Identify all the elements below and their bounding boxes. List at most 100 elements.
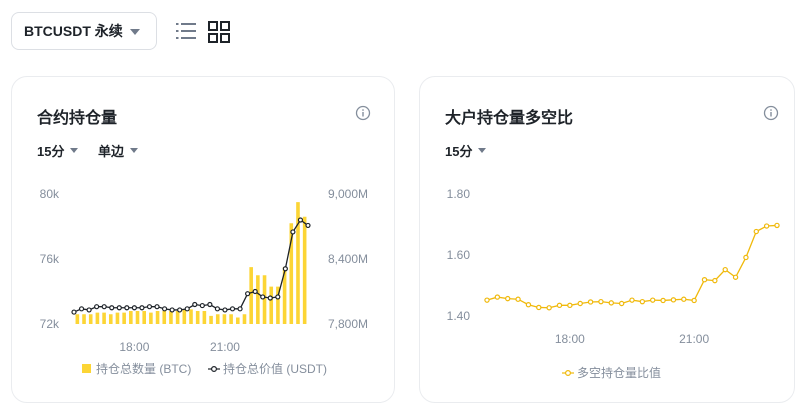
ratio-point xyxy=(629,297,635,303)
ratio-point xyxy=(598,298,604,305)
oi-value-point xyxy=(131,305,137,311)
right-y-tick-label: 9,000M xyxy=(328,187,368,201)
oi-bar xyxy=(175,311,180,324)
ratio-point xyxy=(618,300,625,307)
ratio-point xyxy=(732,274,739,280)
ratio-point xyxy=(608,300,614,306)
legend-bar-swatch xyxy=(82,364,91,373)
left-y-tick-label: 76k xyxy=(40,252,60,266)
oi-value-point xyxy=(297,217,304,223)
ratio-point xyxy=(515,296,521,302)
oi-value-point xyxy=(260,294,266,300)
y-tick-label: 1.80 xyxy=(447,187,471,201)
oi-bar xyxy=(88,314,93,324)
oi-bar xyxy=(122,312,126,324)
right-y-tick-label: 7,800M xyxy=(328,317,368,331)
ratio-point xyxy=(722,266,728,273)
grid-view-icon[interactable] xyxy=(208,21,230,43)
legend-line-marker xyxy=(211,366,218,373)
list-view-icon[interactable] xyxy=(176,22,196,40)
oi-bar xyxy=(269,286,274,324)
oi-value-point xyxy=(222,307,228,313)
ratio-point xyxy=(691,297,697,304)
oi-value-point xyxy=(116,305,122,311)
ratio-point xyxy=(505,295,511,302)
oi-value-point xyxy=(305,222,311,229)
oi-bar xyxy=(302,216,307,324)
oi-value-point xyxy=(78,306,85,312)
ratio-point xyxy=(763,223,770,229)
right-y-tick-label: 8,400M xyxy=(328,252,368,266)
oi-bar xyxy=(202,311,207,324)
oi-value-point xyxy=(184,306,190,312)
chevron-down-icon xyxy=(130,29,140,35)
oi-bar xyxy=(195,311,200,324)
oi-value-point xyxy=(139,305,145,311)
ratio-point xyxy=(556,302,563,309)
oi-value-point xyxy=(177,307,183,313)
oi-bar xyxy=(215,314,220,324)
symbol-select[interactable]: BTCUSDT 永续 xyxy=(11,12,157,50)
oi-value-point xyxy=(109,305,115,311)
oi-bar xyxy=(236,317,240,324)
y-tick-label: 1.40 xyxy=(447,309,471,323)
legend-line-marker xyxy=(565,370,572,377)
oi-value-point xyxy=(282,266,288,272)
oi-value-point xyxy=(154,304,160,310)
oi-value-point xyxy=(207,301,213,308)
oi-value-point xyxy=(237,306,243,312)
oi-value-point xyxy=(267,295,273,301)
oi-value-point xyxy=(214,306,221,312)
oi-bar xyxy=(142,311,146,324)
ratio-point xyxy=(753,228,759,235)
x-tick-label: 21:00 xyxy=(679,332,709,346)
long-short-ratio-card: 大户持仓量多空比 15分 1.80 1.60 1.40 18:00 21:00 多空持仓量… xyxy=(419,76,795,403)
oi-bar xyxy=(229,314,233,324)
oi-bar xyxy=(135,311,140,324)
oi-value-point xyxy=(71,309,77,315)
oi-bar xyxy=(155,311,160,324)
legend-label-bars: 持仓总数量 (BTC) xyxy=(96,361,191,376)
legend-label-line: 持仓总价值 (USDT) xyxy=(223,361,327,376)
legend-label: 多空持仓量比值 xyxy=(577,365,661,380)
oi-bar xyxy=(209,315,213,324)
oi-bar xyxy=(262,275,267,324)
long-short-ratio-chart: 1.80 1.60 1.40 18:00 21:00 多空持仓量比值 xyxy=(447,187,780,380)
ratio-point xyxy=(525,302,532,308)
ratio-point xyxy=(774,222,780,229)
ratio-point xyxy=(577,300,583,307)
oi-bar xyxy=(242,314,247,324)
ratio-point xyxy=(701,277,708,283)
oi-value-point xyxy=(252,288,258,295)
oi-bar xyxy=(95,312,100,324)
ratio-point xyxy=(650,297,656,303)
oi-value-point xyxy=(192,301,198,308)
oi-value-point xyxy=(245,291,251,297)
oi-value-point xyxy=(146,304,153,310)
oi-value-point xyxy=(86,307,92,313)
left-y-tick-label: 72k xyxy=(40,317,60,331)
x-tick-label: 18:00 xyxy=(555,332,585,346)
open-interest-card: 合约持仓量 15分 单边 80k 76k 72k 9,000M 8,400M 7,800M… xyxy=(11,76,395,403)
oi-value-point xyxy=(169,307,175,313)
oi-bar xyxy=(82,314,86,324)
oi-bar xyxy=(222,314,227,324)
oi-bar xyxy=(189,309,193,324)
ratio-point xyxy=(743,254,749,261)
oi-value-point xyxy=(229,306,236,312)
ratio-point xyxy=(484,297,490,303)
oi-value-line xyxy=(73,219,309,313)
oi-bar xyxy=(115,312,120,324)
oi-bar xyxy=(149,312,153,324)
oi-bar xyxy=(256,275,260,324)
oi-bar xyxy=(129,311,133,324)
ratio-point xyxy=(567,302,573,309)
oi-value-point xyxy=(124,305,130,311)
ratio-point xyxy=(494,294,501,300)
open-interest-chart: 80k 76k 72k 9,000M 8,400M 7,800M 18:00 21:00 持仓总… xyxy=(40,187,368,376)
ratio-point xyxy=(712,277,718,284)
oi-value-point xyxy=(290,229,296,235)
left-y-tick-label: 80k xyxy=(40,187,60,201)
oi-bar xyxy=(182,309,187,324)
symbol-label: BTCUSDT 永续 xyxy=(24,23,123,39)
